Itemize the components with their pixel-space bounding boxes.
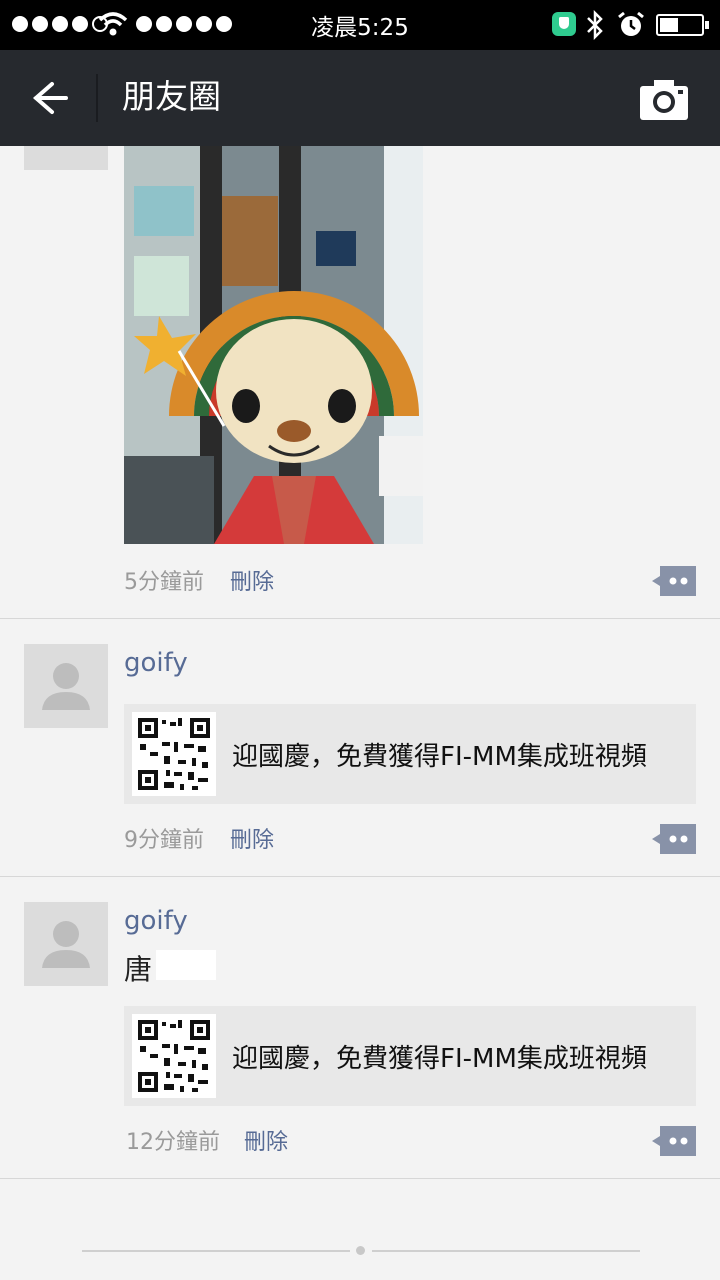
delete-link[interactable]: 刪除 — [230, 822, 274, 854]
post-photo[interactable] — [124, 146, 423, 544]
camera-button[interactable] — [640, 78, 688, 120]
mascot-photo — [124, 146, 423, 544]
qr-code-thumbnail — [132, 1014, 216, 1098]
redaction-mask — [156, 950, 216, 980]
nav-bar: 朋友圈 — [0, 50, 720, 146]
link-title: 迎國慶，免費獲得FI-MM集成班視頻 — [232, 1044, 647, 1074]
separator — [0, 876, 720, 877]
username[interactable]: goify — [124, 648, 188, 678]
feed-end-dot — [356, 1246, 365, 1255]
back-button[interactable] — [22, 78, 74, 118]
feed-end-line — [372, 1250, 640, 1252]
post-time: 12分鐘前 — [126, 1130, 220, 1155]
comment-button[interactable] — [652, 1126, 696, 1156]
post-text: 唐 — [124, 953, 153, 986]
page-title: 朋友圈 — [122, 77, 221, 116]
link-card[interactable]: 迎國慶，免費獲得FI-MM集成班視頻 — [124, 704, 696, 804]
post-time: 9分鐘前 — [124, 828, 204, 853]
status-bar: 凌晨5:25 — [0, 0, 720, 50]
nav-divider — [96, 74, 98, 122]
bluetooth-icon — [587, 10, 603, 40]
delete-link[interactable]: 刪除 — [230, 564, 274, 596]
comment-button[interactable] — [652, 824, 696, 854]
username[interactable]: goify — [124, 906, 188, 936]
battery-icon — [656, 14, 709, 36]
link-card[interactable]: 迎國慶，免費獲得FI-MM集成班視頻 — [124, 1006, 696, 1106]
comment-button[interactable] — [652, 566, 696, 596]
separator — [0, 618, 720, 619]
status-time: 凌晨5:25 — [311, 15, 409, 41]
moments-feed[interactable]: 5分鐘前 刪除 goify 迎國慶，免費獲得FI-MM集成班視頻 9分鐘前 刪除… — [0, 146, 720, 1280]
separator — [0, 1178, 720, 1179]
avatar[interactable] — [24, 146, 108, 170]
link-title: 迎國慶，免費獲得FI-MM集成班視頻 — [232, 742, 647, 772]
shield-icon — [552, 12, 576, 36]
avatar[interactable] — [24, 902, 108, 986]
arrow-left-icon — [32, 82, 68, 114]
avatar[interactable] — [24, 644, 108, 728]
camera-icon — [640, 80, 688, 120]
delete-link[interactable]: 刪除 — [244, 1124, 288, 1156]
qr-code-thumbnail — [132, 712, 216, 796]
alarm-icon — [618, 11, 644, 36]
feed-end-line — [82, 1250, 350, 1252]
post-time: 5分鐘前 — [124, 570, 204, 595]
